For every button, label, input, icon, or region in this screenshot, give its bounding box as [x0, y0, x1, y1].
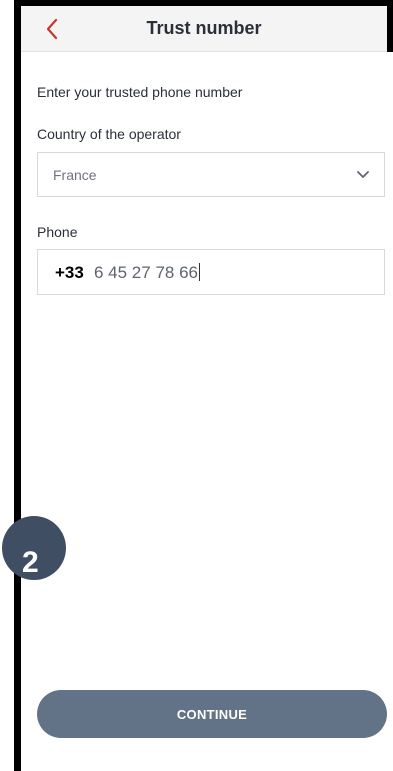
- page-title: Trust number: [146, 18, 262, 38]
- country-select[interactable]: France: [37, 152, 385, 197]
- chevron-down-icon: [357, 171, 369, 178]
- phone-number-value: 6 45 27 78 66: [94, 263, 200, 283]
- frame-border-right: [387, 0, 393, 52]
- phone-input[interactable]: +33 6 45 27 78 66: [37, 249, 385, 295]
- phone-number-text: 6 45 27 78 66: [94, 263, 198, 282]
- phone-country-code: +33: [55, 263, 84, 282]
- step-number: 2: [22, 546, 39, 579]
- app-header: Trust number: [21, 6, 387, 52]
- phone-label: Phone: [37, 224, 78, 240]
- frame-border-left: [14, 0, 21, 771]
- step-badge: 2: [2, 516, 66, 580]
- text-caret: [198, 263, 200, 281]
- country-select-value: France: [53, 167, 97, 183]
- country-label: Country of the operator: [37, 126, 181, 142]
- intro-text: Enter your trusted phone number: [37, 84, 243, 100]
- continue-button[interactable]: CONTINUE: [37, 690, 387, 738]
